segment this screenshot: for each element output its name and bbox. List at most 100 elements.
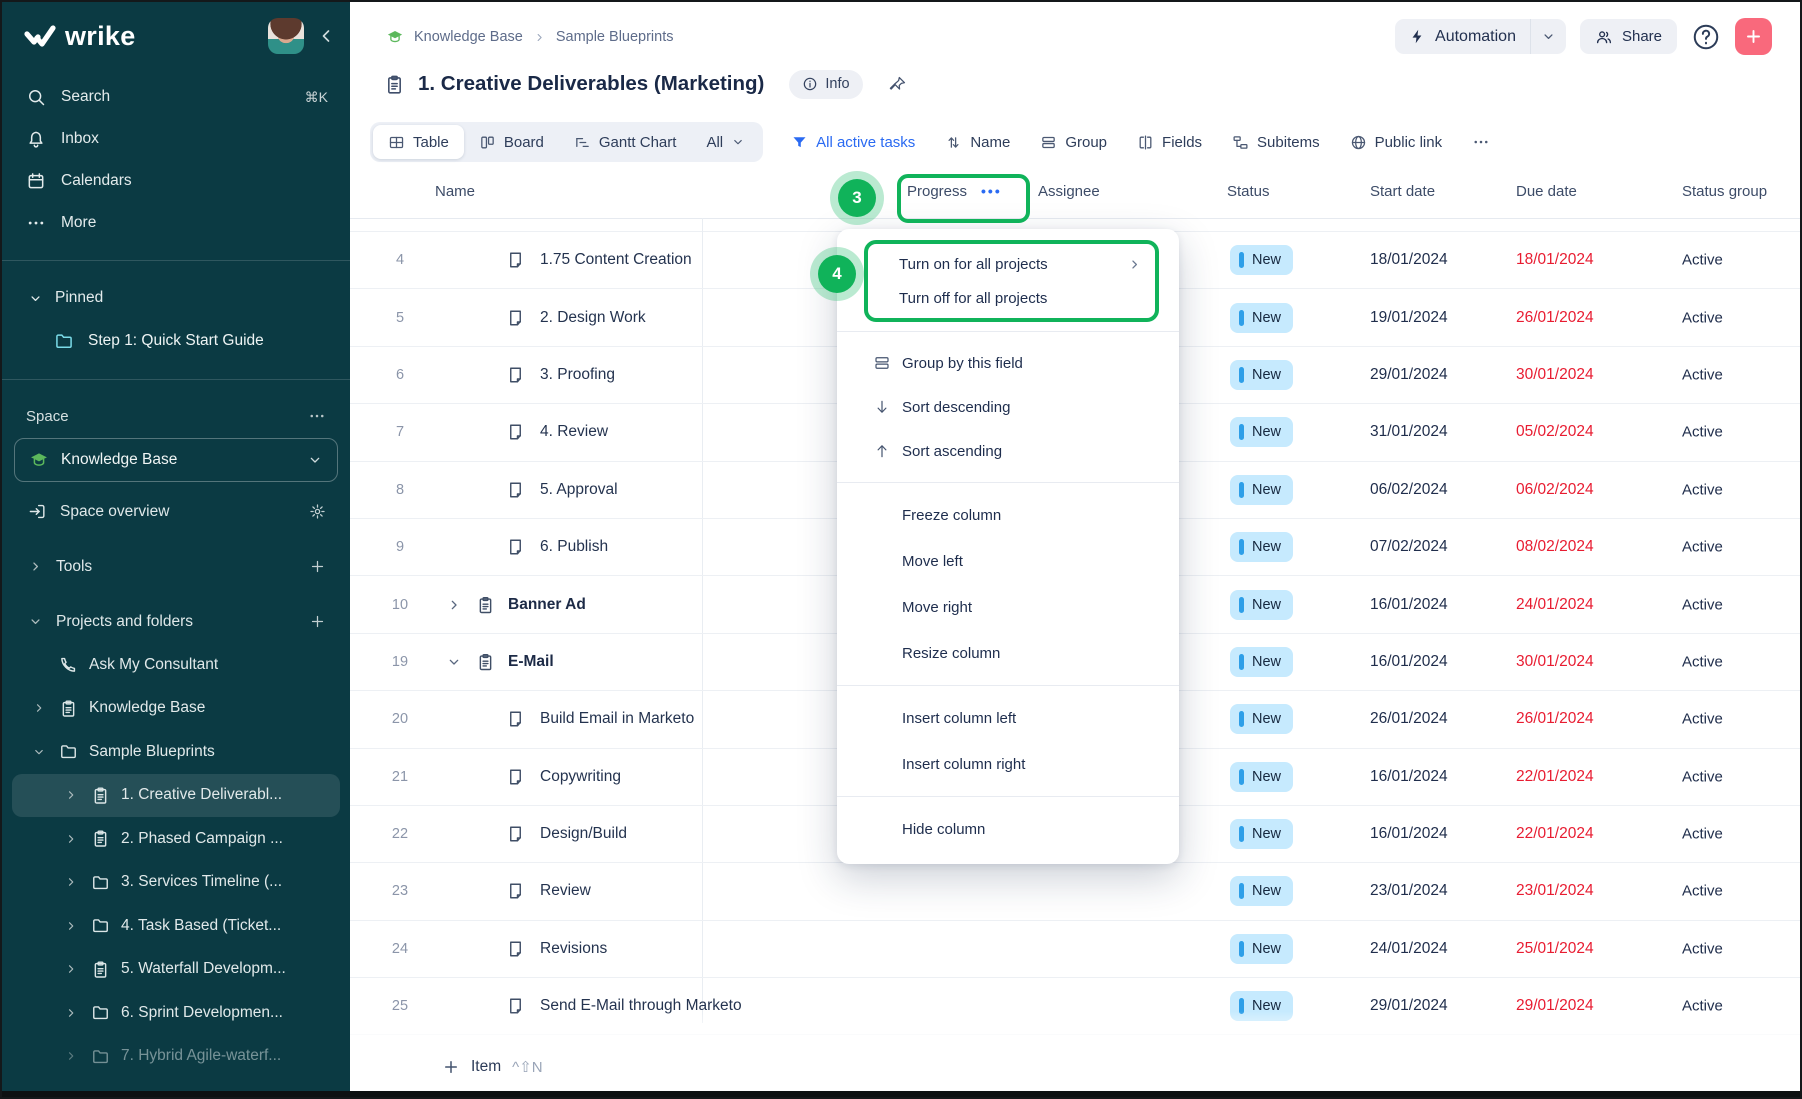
sidebar-item-inbox[interactable]: Inbox: [2, 118, 350, 160]
start-date[interactable]: 16/01/2024: [1370, 653, 1448, 671]
status-badge[interactable]: New: [1230, 819, 1293, 849]
menu-item-resize-column[interactable]: Resize column: [837, 630, 1179, 676]
views-scope-dropdown[interactable]: All: [691, 125, 760, 159]
item-name[interactable]: Review: [540, 882, 591, 900]
chevron-down-icon[interactable]: [28, 614, 43, 629]
chevron-right-icon[interactable]: [28, 559, 43, 574]
due-date[interactable]: 08/02/2024: [1516, 538, 1594, 556]
sidebar-item-projects-and-folders[interactable]: Projects and folders: [2, 600, 350, 643]
fields-button[interactable]: Fields: [1137, 134, 1202, 151]
due-date[interactable]: 18/01/2024: [1516, 251, 1594, 269]
sidebar-item-7-hybrid-agile-waterf[interactable]: 7. Hybrid Agile-waterf...: [12, 1035, 340, 1079]
status-badge[interactable]: New: [1230, 590, 1293, 620]
start-date[interactable]: 29/01/2024: [1370, 366, 1448, 384]
wrike-logo[interactable]: wrike: [24, 21, 136, 52]
status-badge[interactable]: New: [1230, 704, 1293, 734]
item-name[interactable]: 4. Review: [540, 423, 608, 441]
start-date[interactable]: 18/01/2024: [1370, 251, 1448, 269]
column-header-name[interactable]: Name: [435, 164, 475, 218]
chevron-down-icon[interactable]: [32, 745, 48, 759]
pinned-section-header[interactable]: Pinned: [2, 277, 350, 319]
automation-button[interactable]: Automation: [1395, 19, 1566, 54]
status-badge[interactable]: New: [1230, 417, 1293, 447]
chevron-right-icon[interactable]: [446, 597, 462, 613]
chevron-right-icon[interactable]: [64, 788, 80, 802]
menu-item-turn-on-for-all-projects[interactable]: Turn on for all projects: [868, 247, 1155, 281]
more-toolbar-button[interactable]: [1472, 133, 1490, 151]
start-date[interactable]: 16/01/2024: [1370, 596, 1448, 614]
sidebar-item-tools[interactable]: Tools: [2, 545, 350, 588]
filter-button[interactable]: All active tasks: [791, 134, 915, 151]
sidebar-item-knowledge-base[interactable]: Knowledge Base: [12, 687, 340, 731]
status-badge[interactable]: New: [1230, 245, 1293, 275]
status-badge[interactable]: New: [1230, 876, 1293, 906]
share-button[interactable]: Share: [1580, 19, 1677, 54]
menu-item-hide-column[interactable]: Hide column: [837, 806, 1179, 852]
user-avatar[interactable]: [268, 18, 304, 54]
status-badge[interactable]: New: [1230, 532, 1293, 562]
column-header-status-group[interactable]: Status group: [1682, 164, 1767, 218]
column-header-status[interactable]: Status: [1227, 164, 1270, 218]
add-item-button[interactable]: Item ^⇧N: [442, 1058, 543, 1076]
add-button[interactable]: [1735, 18, 1772, 55]
view-tab-table[interactable]: Table: [373, 125, 464, 159]
column-header-assignee[interactable]: Assignee: [1038, 164, 1100, 218]
chevron-right-icon[interactable]: [64, 919, 80, 933]
due-date[interactable]: 26/01/2024: [1516, 309, 1594, 327]
status-badge[interactable]: New: [1230, 934, 1293, 964]
menu-item-turn-off-for-all-projects[interactable]: Turn off for all projects: [868, 281, 1155, 315]
item-name[interactable]: 3. Proofing: [540, 366, 615, 384]
chevron-right-icon[interactable]: [64, 1006, 80, 1020]
start-date[interactable]: 26/01/2024: [1370, 710, 1448, 728]
menu-item-insert-column-left[interactable]: Insert column left: [837, 695, 1179, 741]
due-date[interactable]: 24/01/2024: [1516, 596, 1594, 614]
item-name[interactable]: Copywriting: [540, 768, 621, 786]
menu-item-freeze-column[interactable]: Freeze column: [837, 492, 1179, 538]
collapse-sidebar-button[interactable]: [316, 26, 336, 46]
item-name[interactable]: Design/Build: [540, 825, 627, 843]
column-menu-dots-icon[interactable]: •••: [981, 183, 1002, 199]
due-date[interactable]: 22/01/2024: [1516, 825, 1594, 843]
item-name[interactable]: 2. Design Work: [540, 309, 646, 327]
pinned-item-step-1-quick-start-guide[interactable]: Step 1: Quick Start Guide: [2, 319, 350, 363]
sidebar-item-more[interactable]: More: [2, 202, 350, 244]
item-name[interactable]: Banner Ad: [508, 596, 586, 614]
chevron-right-icon[interactable]: [64, 832, 80, 846]
sidebar-item-1-creative-deliverabl[interactable]: 1. Creative Deliverabl...: [12, 774, 340, 818]
sidebar-item-5-waterfall-developm[interactable]: 5. Waterfall Developm...: [12, 948, 340, 992]
status-badge[interactable]: New: [1230, 360, 1293, 390]
item-name[interactable]: 5. Approval: [540, 481, 618, 499]
menu-item-sort-descending[interactable]: Sort descending: [837, 385, 1179, 429]
menu-item-group-by-this-field[interactable]: Group by this field: [837, 341, 1179, 385]
sort-button[interactable]: Name: [945, 134, 1010, 151]
due-date[interactable]: 26/01/2024: [1516, 710, 1594, 728]
subitems-button[interactable]: Subitems: [1232, 134, 1320, 151]
due-date[interactable]: 06/02/2024: [1516, 481, 1594, 499]
start-date[interactable]: 24/01/2024: [1370, 940, 1448, 958]
due-date[interactable]: 22/01/2024: [1516, 768, 1594, 786]
chevron-right-icon[interactable]: [32, 701, 48, 715]
column-header-due-date[interactable]: Due date: [1516, 164, 1577, 218]
plus-icon[interactable]: [309, 558, 326, 575]
menu-item-insert-column-right[interactable]: Insert column right: [837, 741, 1179, 787]
view-tab-gantt-chart[interactable]: Gantt Chart: [559, 125, 692, 159]
table-row-23[interactable]: 23ReviewNew23/01/202423/01/2024Active: [350, 863, 1800, 920]
chevron-down-icon[interactable]: [1530, 19, 1566, 54]
menu-item-sort-ascending[interactable]: Sort ascending: [837, 429, 1179, 473]
breadcrumb-sample-blueprints[interactable]: Sample Blueprints: [556, 29, 674, 45]
sidebar-item-4-task-based-ticket[interactable]: 4. Task Based (Ticket...: [12, 904, 340, 948]
status-badge[interactable]: New: [1230, 762, 1293, 792]
chevron-right-icon[interactable]: [64, 1049, 80, 1063]
due-date[interactable]: 30/01/2024: [1516, 653, 1594, 671]
sidebar-item-calendars[interactable]: Calendars: [2, 160, 350, 202]
info-button[interactable]: Info: [789, 70, 862, 99]
due-date[interactable]: 05/02/2024: [1516, 423, 1594, 441]
status-badge[interactable]: New: [1230, 303, 1293, 333]
sidebar-item-sample-blueprints[interactable]: Sample Blueprints: [12, 730, 340, 774]
item-name[interactable]: Revisions: [540, 940, 607, 958]
group-button[interactable]: Group: [1040, 134, 1107, 151]
item-name[interactable]: E-Mail: [508, 653, 554, 671]
status-badge[interactable]: New: [1230, 475, 1293, 505]
sidebar-item-search[interactable]: Search⌘K: [2, 76, 350, 118]
item-name[interactable]: 6. Publish: [540, 538, 608, 556]
